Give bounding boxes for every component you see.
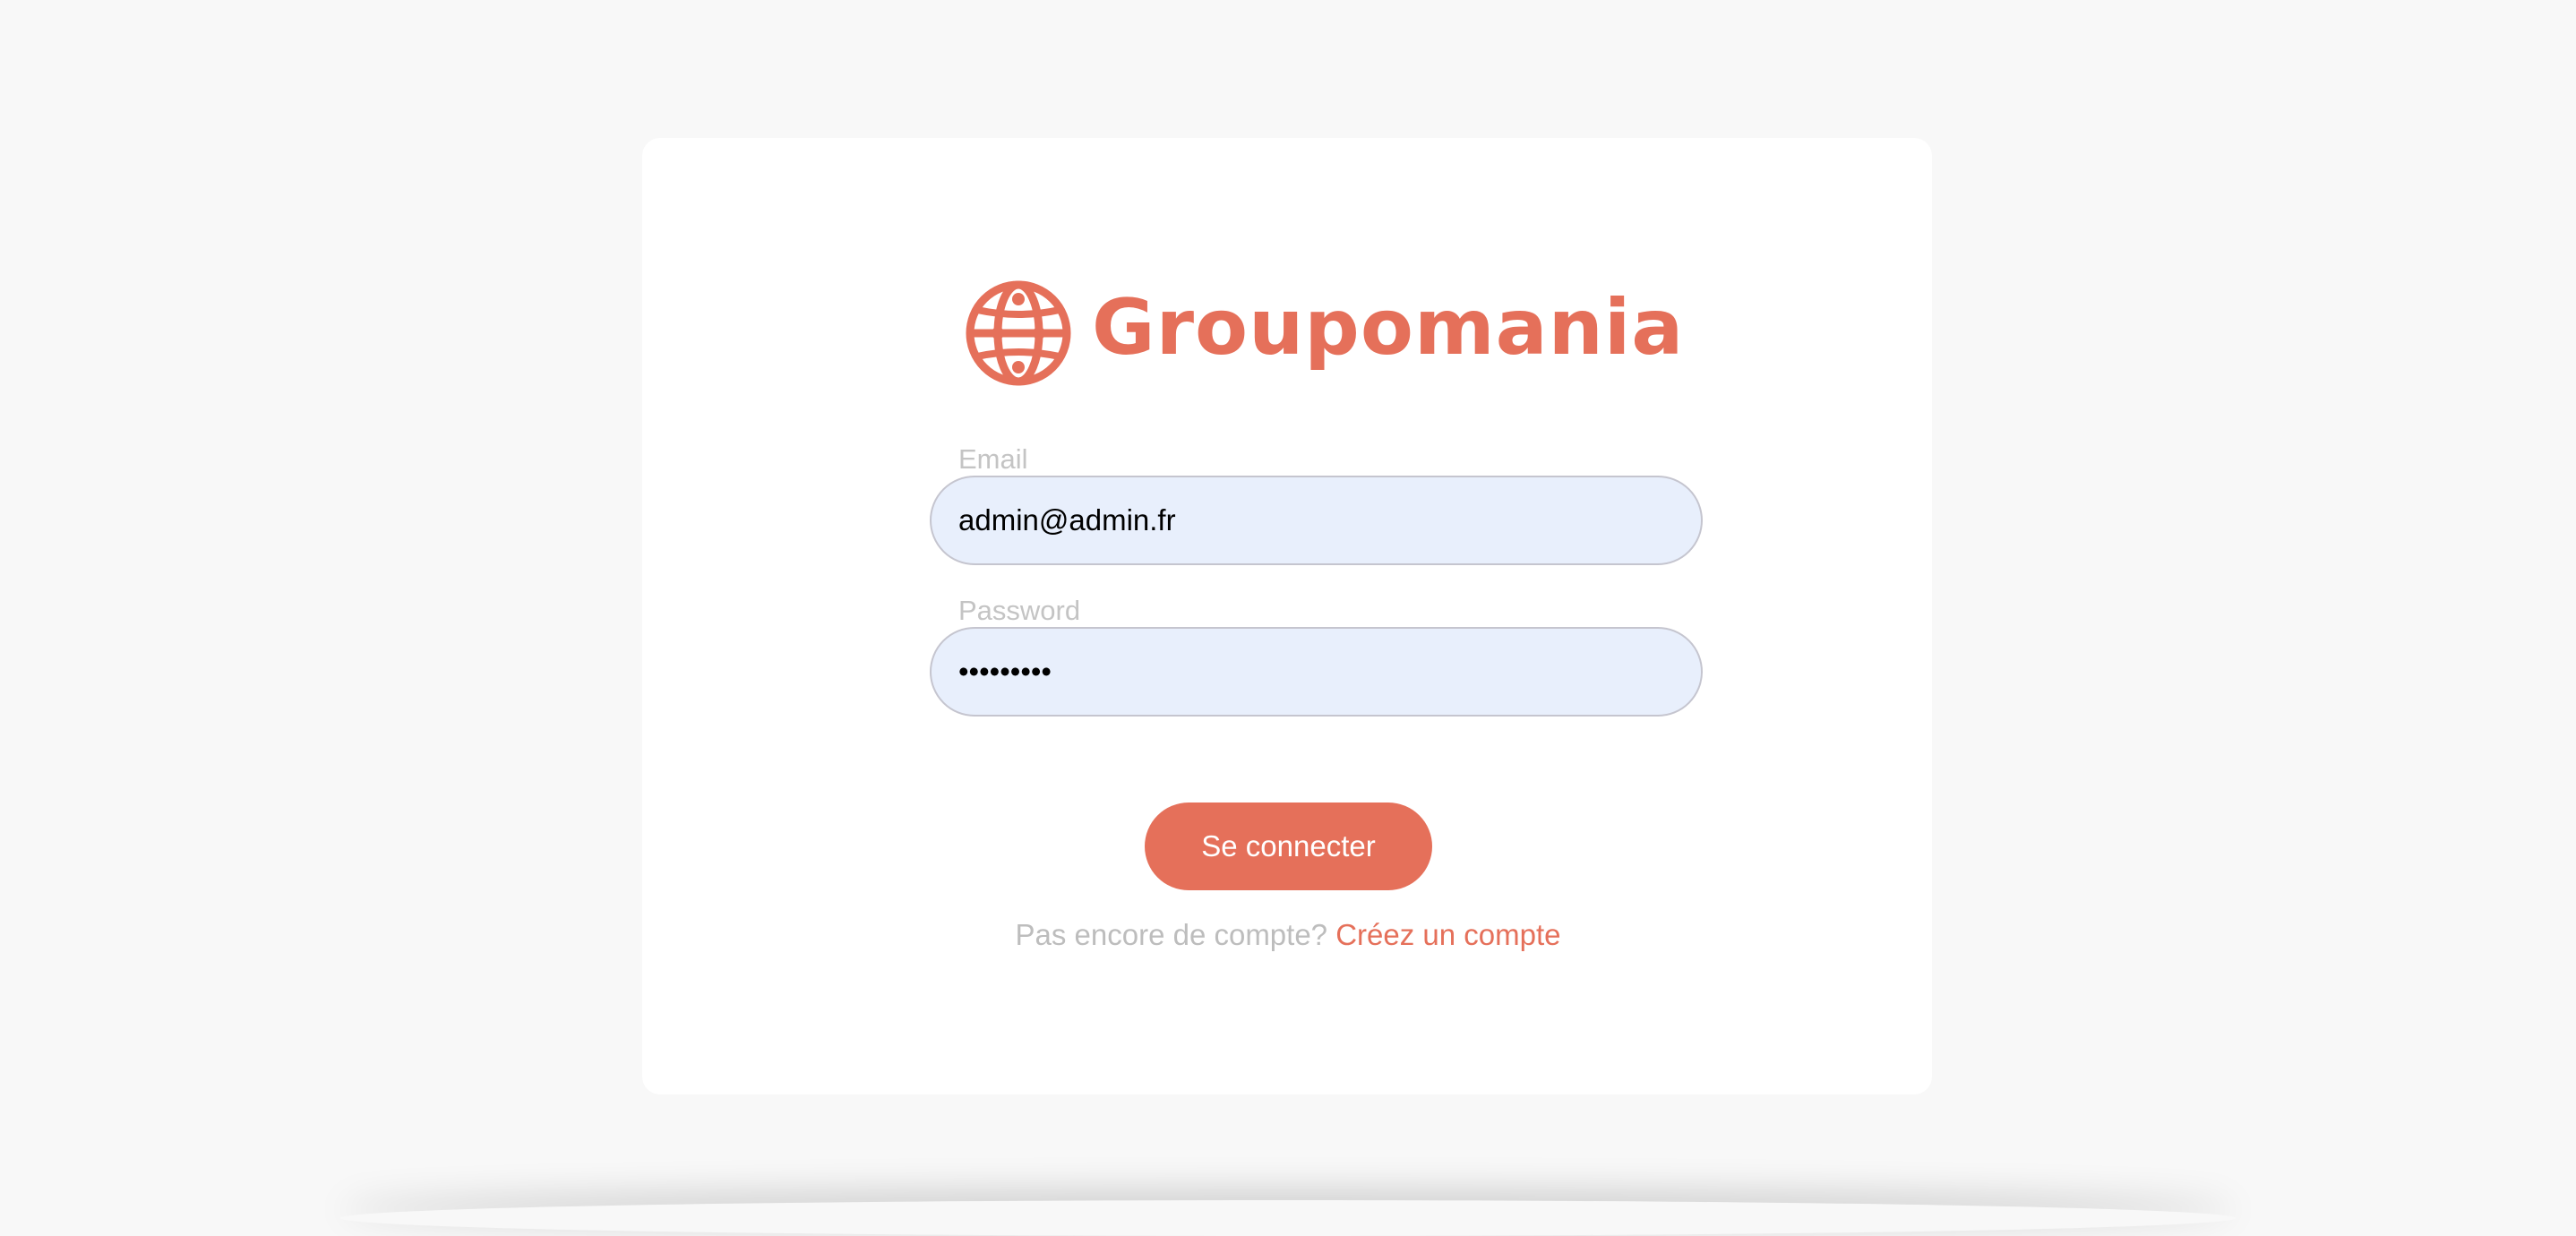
password-label: Password	[958, 595, 1081, 626]
brand-name: Groupomania	[1092, 283, 1685, 373]
globe-icon	[966, 280, 1071, 386]
bottom-shadow	[340, 1200, 2236, 1236]
login-button[interactable]: Se connecter	[1145, 803, 1432, 890]
signup-row: Pas encore de compte? Créez un compte	[0, 917, 2576, 953]
brand-logo: Groupomania	[965, 279, 1684, 387]
email-field[interactable]	[930, 476, 1703, 565]
signup-prompt: Pas encore de compte?	[1015, 918, 1336, 951]
password-field[interactable]	[930, 627, 1703, 717]
create-account-link[interactable]: Créez un compte	[1335, 918, 1560, 951]
email-label: Email	[958, 443, 1028, 475]
